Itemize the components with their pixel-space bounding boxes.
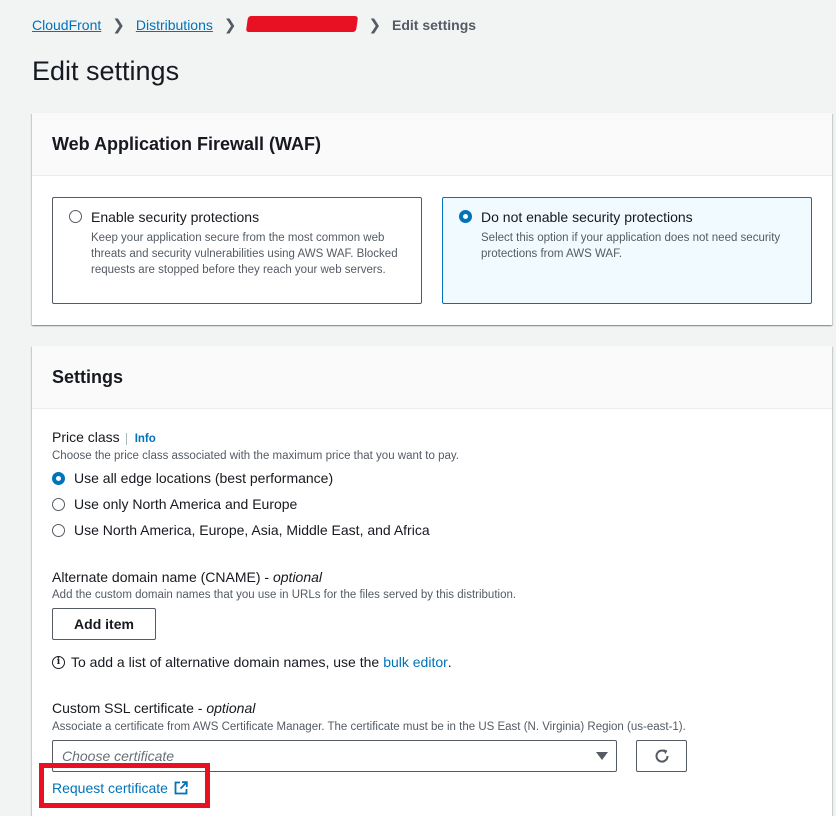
bulk-editor-info-text: To add a list of alternative domain name… [71, 654, 380, 670]
settings-panel-header: Settings [32, 346, 832, 409]
radio-enable-security[interactable] [69, 210, 82, 223]
price-class-option-na-eu-asia[interactable]: Use North America, Europe, Asia, Middle … [52, 522, 430, 538]
price-class-option-all-label: Use all edge locations (best performance… [74, 470, 334, 486]
waf-option-enable-title: Enable security protections [91, 209, 260, 225]
settings-panel: Settings Price class Info Choose the pric… [32, 346, 832, 816]
waf-option-disable[interactable]: Do not enable security protections Selec… [442, 197, 812, 304]
radio-disable-security[interactable] [459, 210, 472, 223]
waf-panel-header: Web Application Firewall (WAF) [32, 113, 832, 176]
ssl-description: Associate a certificate from AWS Certifi… [52, 721, 686, 733]
cname-label: Alternate domain name (CNAME) [52, 569, 261, 585]
waf-option-disable-description: Select this option if your application d… [481, 232, 781, 260]
price-class-option-na-eu-asia-label: Use North America, Europe, Asia, Middle … [74, 522, 430, 538]
certificate-select[interactable]: Choose certificate [52, 740, 617, 772]
chevron-right-icon: ❯ [368, 17, 382, 34]
redaction-mark [246, 16, 359, 32]
refresh-certificates-button[interactable] [636, 740, 687, 772]
price-class-option-na-eu-label: Use only North America and Europe [74, 496, 298, 512]
breadcrumb-cloudfront-link[interactable]: CloudFront [32, 17, 101, 33]
request-certificate-label: Request certificate [52, 780, 168, 796]
ssl-label-row: Custom SSL certificate - optional [52, 700, 256, 716]
radio-price-all[interactable] [52, 471, 65, 485]
breadcrumb-distributions-link[interactable]: Distributions [136, 17, 213, 33]
price-class-label-row: Price class Info [52, 429, 156, 445]
price-class-label: Price class [52, 429, 120, 445]
request-certificate-link[interactable]: Request certificate [52, 780, 188, 796]
ssl-label: Custom SSL certificate [52, 700, 194, 716]
price-class-info-link[interactable]: Info [125, 433, 156, 445]
info-circle-icon: i [52, 655, 65, 669]
price-class-description: Choose the price class associated with t… [52, 450, 459, 462]
cname-optional: optional [272, 569, 323, 585]
external-link-icon [174, 781, 188, 795]
cname-description: Add the custom domain names that you use… [52, 589, 517, 601]
price-class-option-na-eu[interactable]: Use only North America and Europe [52, 496, 297, 512]
radio-price-na-eu[interactable] [52, 497, 65, 511]
breadcrumb: CloudFront ❯ Distributions ❯ E ❯ Edit se… [32, 16, 476, 34]
radio-price-na-eu-asia[interactable] [52, 523, 65, 537]
cname-label-row: Alternate domain name (CNAME) - optional [52, 569, 323, 585]
ssl-optional: optional [206, 700, 256, 716]
waf-option-enable-description: Keep your application secure from the mo… [91, 232, 398, 276]
breadcrumb-current: Edit settings [392, 17, 477, 33]
bulk-editor-link[interactable]: bulk editor [383, 654, 448, 670]
waf-option-enable[interactable]: Enable security protections Keep your ap… [52, 197, 422, 304]
add-item-button[interactable]: Add item [52, 608, 156, 640]
caret-down-icon [596, 752, 608, 760]
certificate-select-placeholder: Choose certificate [62, 748, 175, 764]
price-class-option-all[interactable]: Use all edge locations (best performance… [52, 470, 333, 486]
chevron-right-icon: ❯ [223, 17, 237, 34]
breadcrumb-distribution-id-link[interactable]: E [246, 16, 359, 33]
chevron-right-icon: ❯ [112, 17, 125, 34]
waf-panel: Web Application Firewall (WAF) Enable se… [32, 113, 832, 325]
refresh-icon [655, 749, 669, 763]
page-title: Edit settings [32, 56, 180, 86]
bulk-editor-info: i To add a list of alternative domain na… [52, 654, 452, 670]
waf-option-disable-title: Do not enable security protections [481, 209, 693, 225]
bulk-editor-info-end: . [447, 654, 452, 670]
